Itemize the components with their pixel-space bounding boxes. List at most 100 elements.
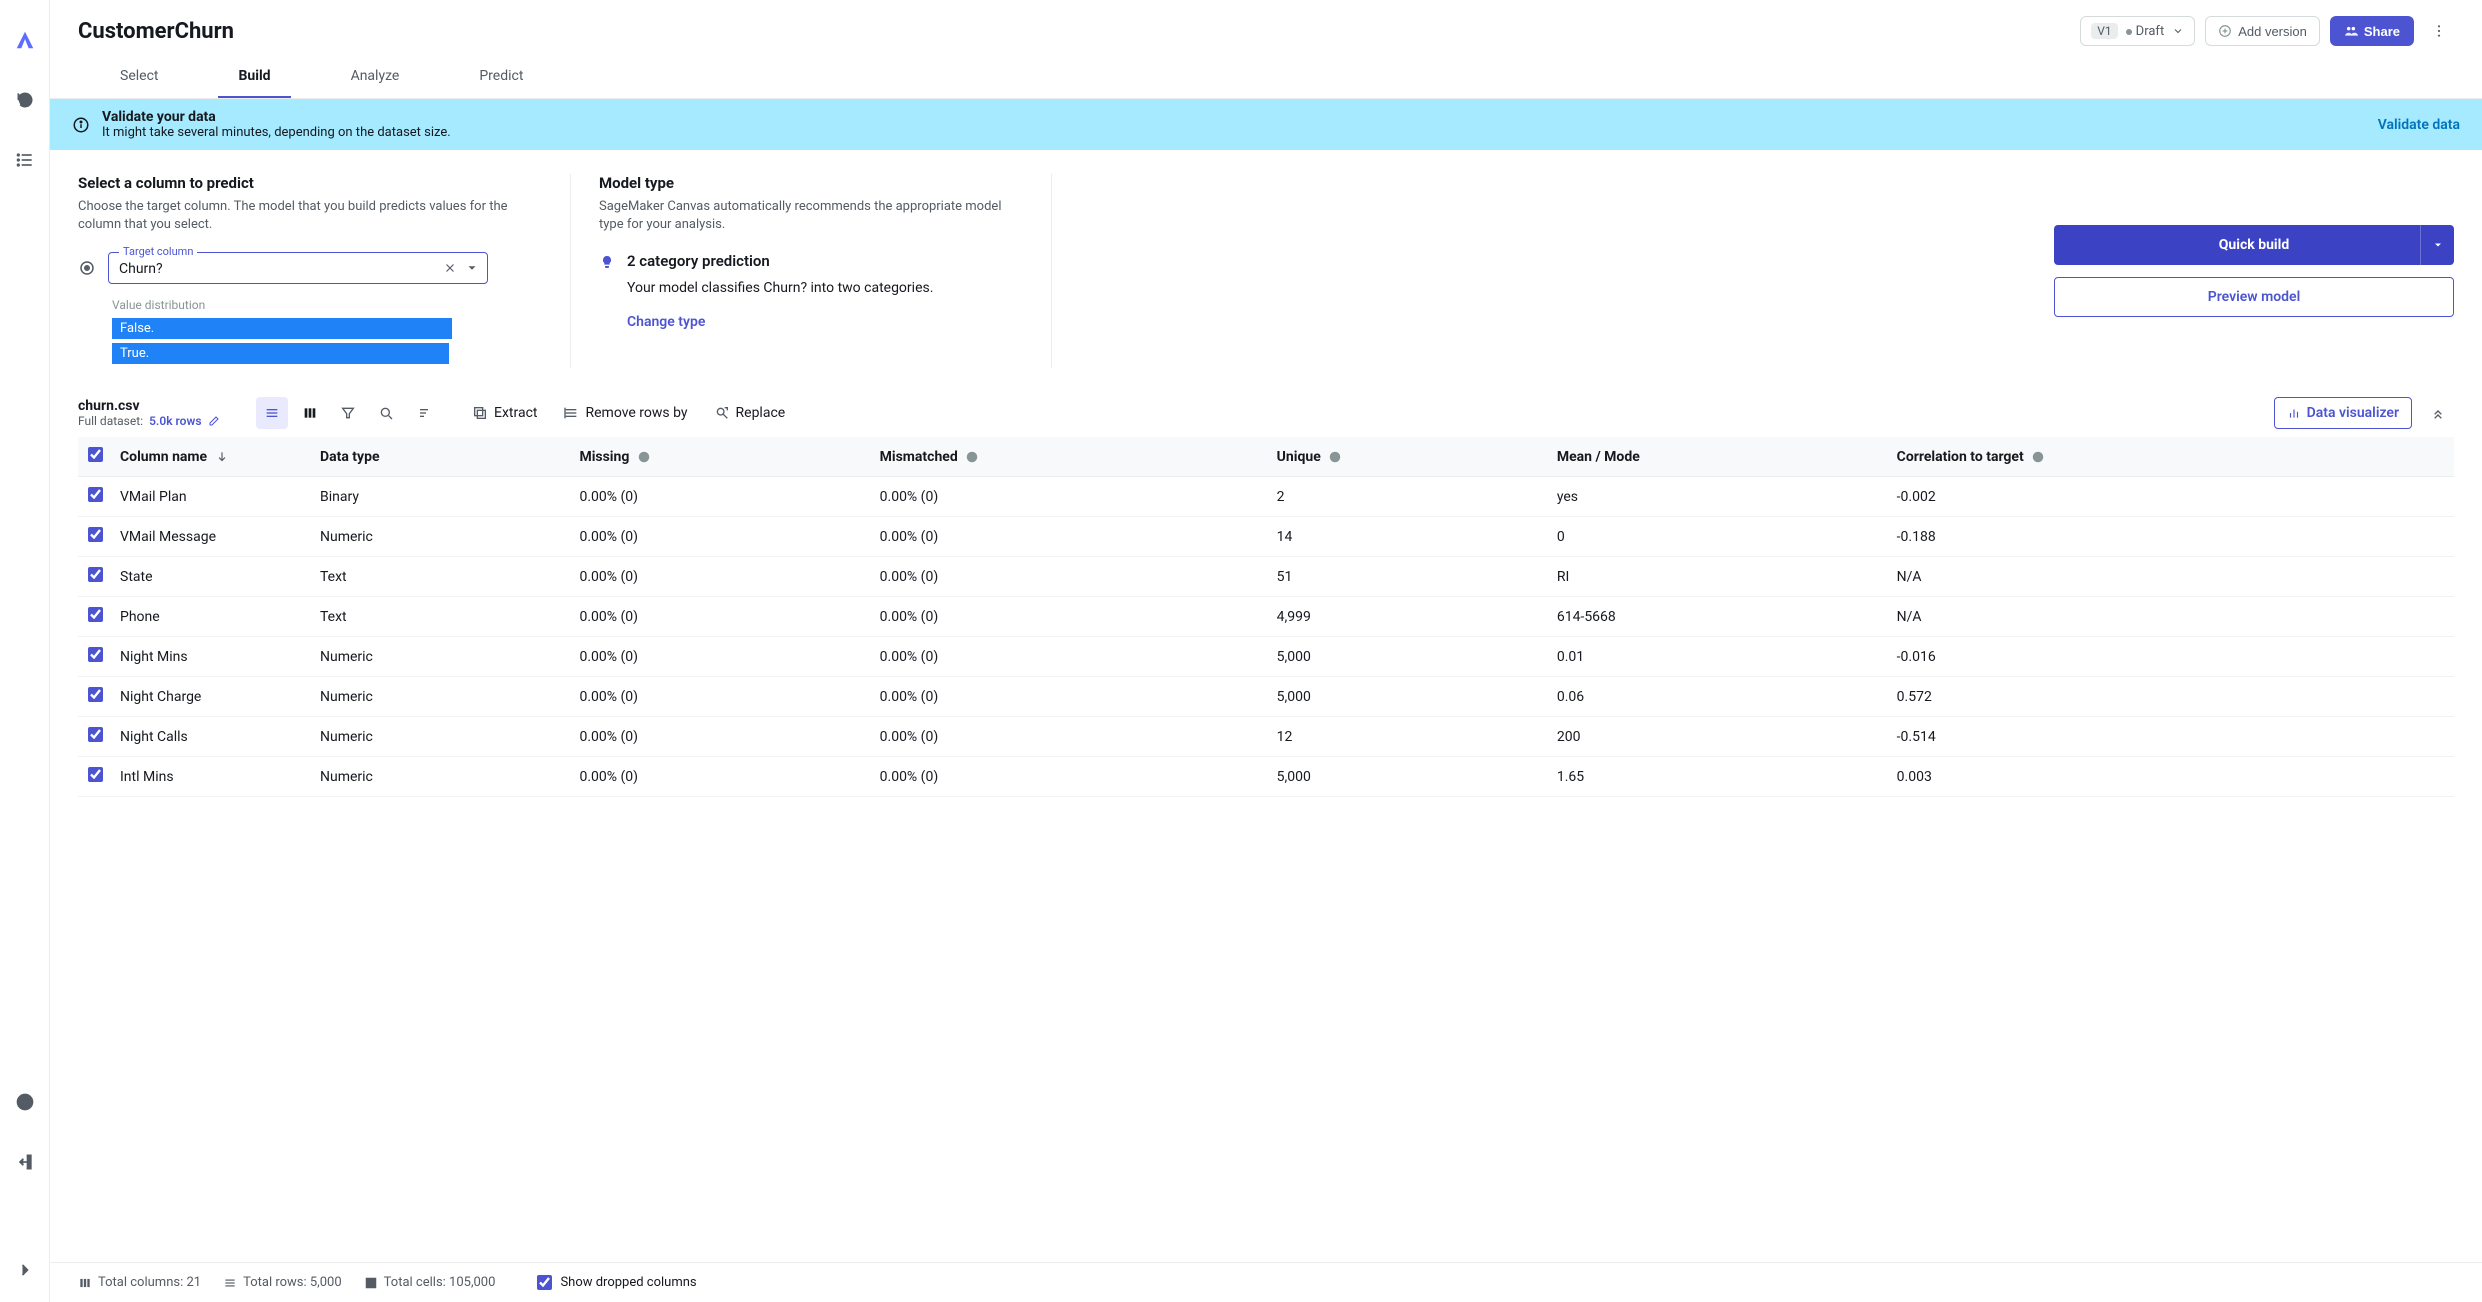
validate-data-link[interactable]: Validate data	[2378, 117, 2460, 133]
cell-name: Night Charge	[112, 677, 312, 717]
share-label: Share	[2364, 24, 2400, 39]
add-version-button[interactable]: Add version	[2205, 16, 2320, 46]
status-label: Draft	[2136, 24, 2165, 39]
change-type-link[interactable]: Change type	[627, 314, 705, 330]
search-icon[interactable]	[370, 397, 402, 429]
help-icon[interactable]	[9, 1086, 41, 1118]
cell-unique: 5,000	[1269, 637, 1549, 677]
rows-count[interactable]: 5.0k rows	[149, 414, 201, 428]
cell-name: Intl Mins	[112, 757, 312, 797]
row-checkbox[interactable]	[88, 647, 103, 662]
chevron-down-icon[interactable]	[465, 261, 479, 275]
sort-icon[interactable]	[408, 397, 440, 429]
tab-analyze[interactable]: Analyze	[331, 58, 420, 98]
row-checkbox[interactable]	[88, 487, 103, 502]
share-button[interactable]: Share	[2330, 16, 2414, 46]
extract-icon	[472, 405, 488, 421]
th-data-type[interactable]: Data type	[312, 437, 571, 477]
cell-mismatched: 0.00% (0)	[872, 677, 1269, 717]
row-checkbox[interactable]	[88, 567, 103, 582]
table-row: Night Calls Numeric 0.00% (0) 0.00% (0) …	[78, 717, 2454, 757]
cell-corr: -0.188	[1889, 517, 2454, 557]
show-dropped-checkbox[interactable]	[537, 1275, 552, 1290]
data-visualizer-button[interactable]: Data visualizer	[2274, 397, 2412, 429]
table-row: Night Mins Numeric 0.00% (0) 0.00% (0) 5…	[78, 637, 2454, 677]
cell-unique: 12	[1269, 717, 1549, 757]
cell-missing: 0.00% (0)	[571, 557, 871, 597]
th-unique[interactable]: Unique	[1269, 437, 1549, 477]
remove-rows-button[interactable]: Remove rows by	[553, 397, 697, 429]
cell-mean: 0.01	[1549, 637, 1889, 677]
row-checkbox[interactable]	[88, 767, 103, 782]
row-checkbox[interactable]	[88, 687, 103, 702]
preview-model-button[interactable]: Preview model	[2054, 277, 2454, 317]
quick-build-label: Quick build	[2219, 237, 2289, 253]
grid-view-icon[interactable]	[294, 397, 326, 429]
target-icon	[78, 259, 96, 277]
cell-corr: N/A	[1889, 557, 2454, 597]
cell-name: State	[112, 557, 312, 597]
cell-corr: -0.002	[1889, 477, 2454, 517]
cell-unique: 2	[1269, 477, 1549, 517]
cell-mismatched: 0.00% (0)	[872, 717, 1269, 757]
cell-corr: 0.003	[1889, 757, 2454, 797]
cell-corr: -0.016	[1889, 637, 2454, 677]
tab-predict[interactable]: Predict	[459, 58, 543, 98]
list-view-icon[interactable]	[256, 397, 288, 429]
row-checkbox[interactable]	[88, 527, 103, 542]
more-menu-icon[interactable]	[2424, 16, 2454, 46]
edit-icon[interactable]	[208, 415, 220, 427]
row-checkbox[interactable]	[88, 607, 103, 622]
table-row: Night Charge Numeric 0.00% (0) 0.00% (0)…	[78, 677, 2454, 717]
extract-button[interactable]: Extract	[462, 397, 547, 429]
cell-unique: 14	[1269, 517, 1549, 557]
total-columns: Total columns: 21	[98, 1275, 201, 1290]
lightbulb-icon	[599, 254, 615, 270]
th-column-name[interactable]: Column name	[112, 437, 312, 477]
th-mean-mode[interactable]: Mean / Mode	[1549, 437, 1889, 477]
tab-build[interactable]: Build	[218, 58, 290, 98]
replace-button[interactable]: Replace	[704, 397, 796, 429]
plus-circle-icon	[2218, 24, 2232, 38]
collapse-icon[interactable]	[2422, 397, 2454, 429]
th-correlation[interactable]: Correlation to target	[1889, 437, 2454, 477]
cell-mismatched: 0.00% (0)	[872, 757, 1269, 797]
cell-name: VMail Message	[112, 517, 312, 557]
refresh-icon[interactable]	[9, 84, 41, 116]
version-status-pill[interactable]: V1 Draft	[2080, 16, 2195, 46]
target-column-select[interactable]: Target column Churn?	[108, 252, 488, 284]
cell-mismatched: 0.00% (0)	[872, 597, 1269, 637]
cell-unique: 51	[1269, 557, 1549, 597]
quick-build-dropdown[interactable]	[2420, 225, 2454, 265]
tab-select[interactable]: Select	[100, 58, 178, 98]
logout-icon[interactable]	[9, 1146, 41, 1178]
add-version-label: Add version	[2238, 24, 2307, 39]
expand-sidebar-icon[interactable]	[9, 1254, 41, 1286]
filter-icon[interactable]	[332, 397, 364, 429]
cell-mean: 1.65	[1549, 757, 1889, 797]
prediction-type-sub: Your model classifies Churn? into two ca…	[627, 280, 1015, 296]
value-dist-label: Value distribution	[112, 298, 534, 312]
model-type-sub: SageMaker Canvas automatically recommend…	[599, 198, 1015, 234]
select-all-checkbox[interactable]	[88, 447, 103, 462]
th-missing[interactable]: Missing	[571, 437, 871, 477]
table-row: Phone Text 0.00% (0) 0.00% (0) 4,999 614…	[78, 597, 2454, 637]
cell-corr: N/A	[1889, 597, 2454, 637]
cell-corr: -0.514	[1889, 717, 2454, 757]
model-type-heading: Model type	[599, 174, 1015, 192]
table-footer: Total columns: 21 Total rows: 5,000 Tota…	[50, 1262, 2482, 1302]
clear-icon[interactable]	[443, 261, 457, 275]
combo-value: Churn?	[119, 261, 163, 277]
app-logo-icon[interactable]	[9, 24, 41, 56]
left-sidebar	[0, 0, 50, 1302]
row-checkbox[interactable]	[88, 727, 103, 742]
cell-mean: 0	[1549, 517, 1889, 557]
cell-mean: 0.06	[1549, 677, 1889, 717]
th-mismatched[interactable]: Mismatched	[872, 437, 1269, 477]
replace-icon	[714, 405, 730, 421]
remove-icon	[563, 405, 579, 421]
list-icon[interactable]	[9, 144, 41, 176]
cell-missing: 0.00% (0)	[571, 677, 871, 717]
quick-build-button[interactable]: Quick build	[2054, 225, 2454, 265]
full-dataset-label: Full dataset:	[78, 414, 143, 428]
